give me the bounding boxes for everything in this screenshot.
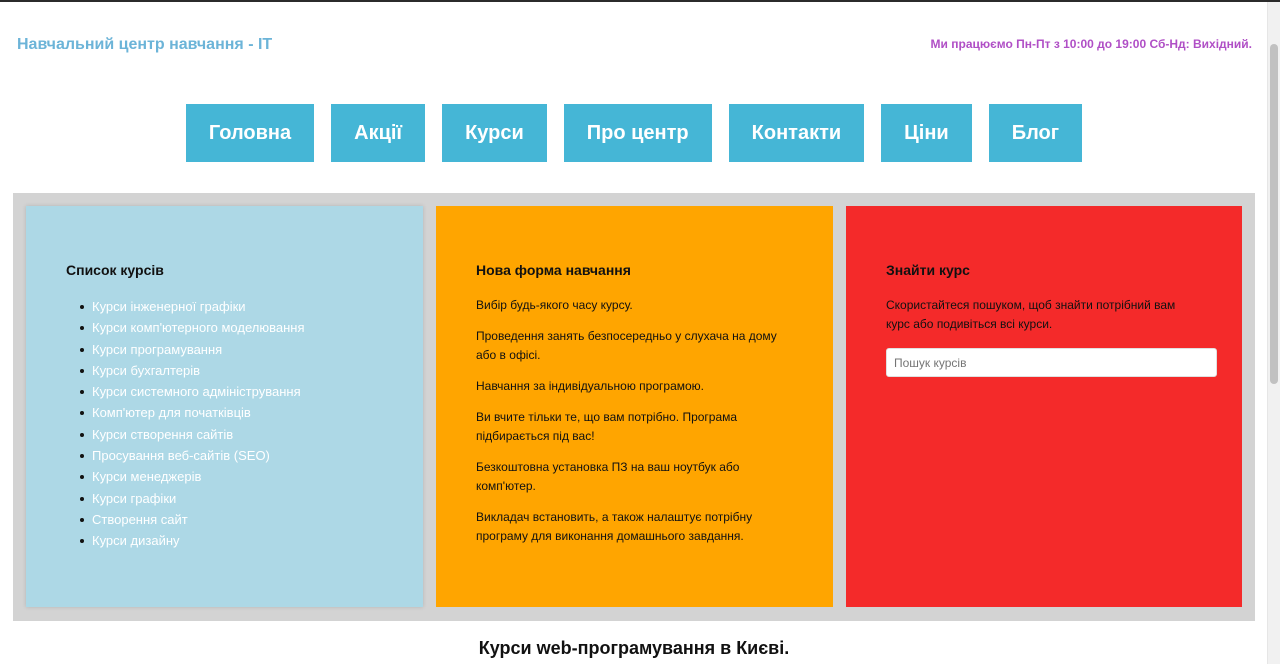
site-title[interactable]: Навчальний центр навчання - IT [17, 36, 272, 54]
course-list-item: Комп'ютер для початківців [80, 402, 383, 423]
nav-prices-button[interactable]: Ціни [881, 104, 972, 162]
course-list-item: Курси програмування [80, 339, 383, 360]
new-form-paragraph: Викладач встановить, а також налаштує по… [476, 510, 753, 543]
course-link[interactable]: Курси менеджерів [92, 469, 201, 484]
course-list-item: Курси системного адміністрування [80, 381, 383, 402]
scrollbar-thumb[interactable] [1270, 44, 1278, 384]
course-list-item: Курси графіки [80, 488, 383, 509]
nav-promotions-button[interactable]: Акції [331, 104, 426, 162]
nav-about-button[interactable]: Про центр [563, 104, 712, 162]
course-list-item: Курси менеджерів [80, 466, 383, 487]
course-list-item: Створення сайт [80, 509, 383, 530]
course-list-item: Курси інженерної графіки [80, 296, 383, 317]
course-list-item: Курси комп'ютерного моделювання [80, 317, 383, 338]
nav-courses-button[interactable]: Курси [442, 104, 547, 162]
page-scrollbar[interactable] [1267, 2, 1280, 664]
new-form-paragraph: Ви вчите тільки те, що вам потрібно. Про… [476, 410, 738, 443]
cards-container: Список курсів Курси інженерної графіки К… [13, 193, 1255, 621]
course-link[interactable]: Комп'ютер для початківців [92, 405, 251, 420]
course-list-item: Просування веб-сайтів (SEO) [80, 445, 383, 466]
nav-home-button[interactable]: Головна [185, 104, 315, 162]
main-nav: Головна Акції Курси Про центр Контакти Ц… [0, 104, 1268, 162]
new-form-paragraph: Вибір будь-якого часу курсу. [476, 298, 633, 312]
nav-blog-button[interactable]: Блог [988, 104, 1083, 162]
section-heading: Курси web-програмування в Києві. [478, 638, 790, 658]
course-list-item: Курси бухгалтерів [80, 360, 383, 381]
course-list: Курси інженерної графіки Курси комп'ютер… [66, 296, 383, 552]
window-top-border [0, 0, 1280, 2]
search-description: Скористайтеся пошуком, щоб знайти потріб… [886, 298, 1176, 331]
course-link[interactable]: Курси графіки [92, 491, 176, 506]
new-form-paragraph: Навчання за індивідуальною програмою. [476, 379, 704, 393]
nav-contacts-button[interactable]: Контакти [728, 104, 865, 162]
course-link[interactable]: Просування веб-сайтів (SEO) [92, 448, 270, 463]
course-list-title: Список курсів [66, 262, 164, 278]
course-link[interactable]: Курси програмування [92, 342, 222, 357]
course-list-item: Курси створення сайтів [80, 424, 383, 445]
new-form-paragraph: Безкоштовна установка ПЗ на ваш ноутбук … [476, 460, 740, 493]
course-link[interactable]: Курси дизайну [92, 533, 180, 548]
course-link[interactable]: Курси бухгалтерів [92, 363, 200, 378]
search-input[interactable] [886, 348, 1217, 377]
course-link[interactable]: Курси інженерної графіки [92, 299, 246, 314]
course-link[interactable]: Курси створення сайтів [92, 427, 233, 442]
course-link[interactable]: Створення сайт [92, 512, 188, 527]
course-link[interactable]: Курси системного адміністрування [92, 384, 301, 399]
course-list-card: Список курсів Курси інженерної графіки К… [26, 206, 423, 607]
working-hours: Ми працюємо Пн-Пт з 10:00 до 19:00 Сб-Нд… [930, 37, 1252, 51]
search-title: Знайти курс [886, 262, 970, 278]
new-form-paragraph: Проведення занять безпосередньо у слухач… [476, 329, 777, 362]
new-form-title: Нова форма навчання [476, 262, 631, 278]
new-form-card: Нова форма навчання Вибір будь-якого час… [436, 206, 833, 607]
course-list-item: Курси дизайну [80, 530, 383, 551]
course-link[interactable]: Курси комп'ютерного моделювання [92, 320, 304, 335]
search-card: Знайти курс Скористайтеся пошуком, щоб з… [846, 206, 1242, 607]
